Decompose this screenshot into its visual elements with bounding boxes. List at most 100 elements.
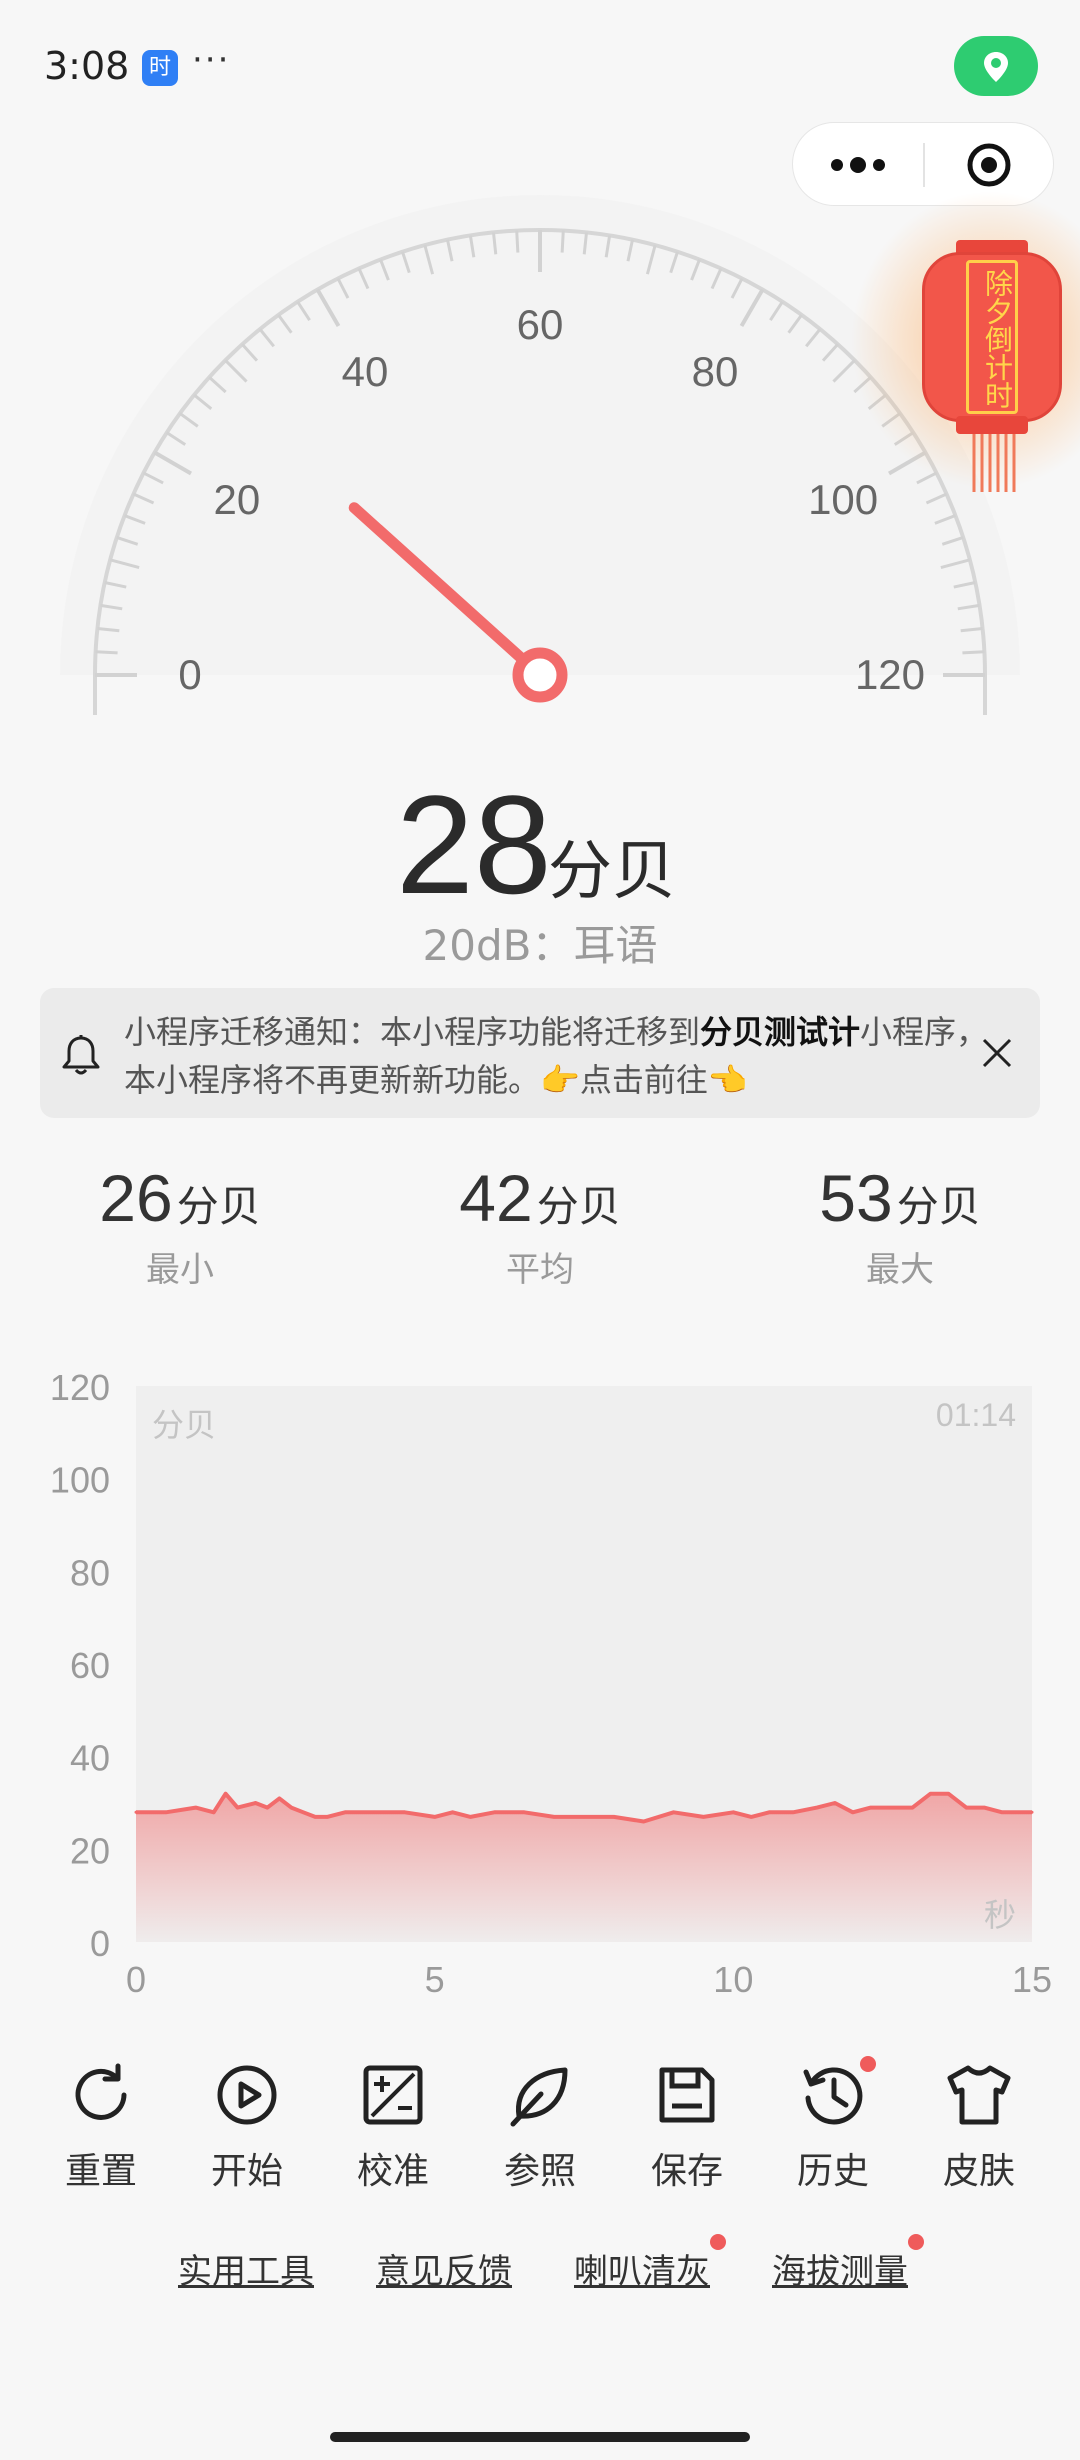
- chart-data-point: [833, 1801, 837, 1805]
- link-speaker-cleaning[interactable]: 喇叭清灰: [574, 2244, 710, 2293]
- location-pin-icon: [984, 52, 1008, 82]
- chart-data-point: [212, 1810, 216, 1814]
- gauge-tick-label: 60: [517, 301, 564, 348]
- lantern-label: 除夕倒计时: [966, 260, 1018, 414]
- chart-data-point: [928, 1792, 932, 1796]
- noise-level-description: 20dB：耳语: [422, 921, 658, 970]
- chart-data-point: [277, 1796, 281, 1800]
- chart-x-unit-label: 秒: [984, 1896, 1016, 1934]
- chart-data-point: [373, 1810, 377, 1814]
- bell-icon: [62, 1035, 100, 1075]
- stat-min: 26分贝 最小: [30, 1160, 330, 1291]
- x-tick-label: 15: [1012, 1959, 1052, 2000]
- notice-highlight: 分贝测试计: [700, 1013, 861, 1051]
- refresh-icon: [75, 2063, 127, 2120]
- chart-data-point: [964, 1806, 968, 1810]
- chart-data-point: [469, 1815, 473, 1819]
- chart-data-point: [869, 1806, 873, 1810]
- gauge-tick-label: 120: [855, 651, 925, 698]
- x-tick-label: 10: [713, 1959, 753, 2000]
- current-decibel-unit: 分贝: [548, 835, 676, 909]
- new-year-countdown-lantern[interactable]: 除夕倒计时: [850, 190, 1080, 530]
- reset-button[interactable]: 重置: [28, 2060, 174, 2194]
- gauge-tick: [962, 650, 985, 655]
- stat-max-value: 53: [819, 1161, 893, 1235]
- save-label: 保存: [650, 2151, 723, 2192]
- calibrate-label: 校准: [356, 2151, 429, 2192]
- stat-average-label: 平均: [506, 1250, 574, 1290]
- x-tick-label: 5: [425, 1959, 445, 2000]
- link-altitude-measure[interactable]: 海拔测量: [772, 2244, 908, 2293]
- chart-data-point: [164, 1810, 168, 1814]
- close-icon[interactable]: [972, 1028, 1022, 1078]
- chart-data-point: [911, 1806, 915, 1810]
- gauge-tick-label: 80: [692, 348, 739, 395]
- chart-data-point: [552, 1815, 556, 1819]
- stat-average-unit: 分贝: [536, 1182, 621, 1231]
- notice-prefix: 小程序迁移通知：本小程序功能将迁移到: [124, 1013, 701, 1051]
- calibrate-button[interactable]: 校准: [320, 2060, 466, 2194]
- gauge-needle-hub: [512, 647, 568, 703]
- migration-notice-banner[interactable]: 小程序迁移通知：本小程序功能将迁移到分贝测试计小程序，本小程序将不再更新新功能。…: [40, 988, 1040, 1118]
- status-time: 3:08: [44, 44, 130, 88]
- chart-data-point: [582, 1815, 586, 1819]
- gauge-tick-label: 20: [214, 476, 261, 523]
- chart-data-point: [313, 1815, 317, 1819]
- history-label: 历史: [796, 2151, 869, 2192]
- chart-data-point: [672, 1810, 676, 1814]
- y-tick-label: 100: [50, 1460, 110, 1501]
- gauge-tick-label: 0: [178, 651, 201, 698]
- start-button[interactable]: 开始: [174, 2060, 320, 2194]
- location-indicator: [954, 36, 1038, 96]
- altitude-measure-badge-dot: [908, 2234, 924, 2250]
- chart-data-point: [982, 1806, 986, 1810]
- y-tick-label: 0: [90, 1923, 110, 1964]
- gauge-tick: [95, 650, 118, 655]
- lantern-cap: [956, 416, 1028, 434]
- chart-data-point: [815, 1806, 819, 1810]
- history-badge-dot: [860, 2056, 876, 2072]
- y-tick-label: 80: [70, 1552, 110, 1593]
- chart-data-point: [642, 1820, 646, 1824]
- link-feedback[interactable]: 意见反馈: [376, 2244, 512, 2293]
- lantern-tassel: [972, 434, 1016, 492]
- chart-data-point: [343, 1810, 347, 1814]
- save-icon: [659, 2067, 715, 2123]
- chart-data-point: [731, 1810, 735, 1814]
- chart-data-point: [887, 1806, 891, 1810]
- chart-data-point: [749, 1815, 753, 1819]
- stat-average-value: 42: [459, 1161, 533, 1235]
- stat-average: 42分贝 平均: [390, 1160, 690, 1291]
- reset-label: 重置: [64, 2151, 137, 2192]
- chart-data-point: [301, 1810, 305, 1814]
- chart-data-point: [325, 1815, 329, 1819]
- skin-button[interactable]: 皮肤: [906, 2060, 1052, 2194]
- start-label: 开始: [210, 2151, 283, 2192]
- chart-data-point: [433, 1815, 437, 1819]
- chart-data-point: [224, 1792, 228, 1796]
- reference-label: 参照: [503, 2151, 576, 2192]
- chart-data-point: [522, 1810, 526, 1814]
- notice-text[interactable]: 小程序迁移通知：本小程序功能将迁移到分贝测试计小程序，本小程序将不再更新新功能。…: [124, 1008, 994, 1104]
- reference-button[interactable]: 参照: [467, 2060, 613, 2194]
- app-notification-icon: 时: [142, 50, 178, 86]
- chart-data-point: [451, 1810, 455, 1814]
- chart-data-point: [236, 1806, 240, 1810]
- history-button[interactable]: 历史: [760, 2056, 906, 2194]
- x-tick-label: 0: [126, 1959, 146, 2000]
- y-tick-label: 40: [70, 1738, 110, 1779]
- stat-min-value: 26: [99, 1161, 173, 1235]
- home-indicator[interactable]: [330, 2432, 750, 2442]
- y-tick-label: 20: [70, 1830, 110, 1871]
- save-button[interactable]: 保存: [614, 2060, 760, 2194]
- leaf-icon: [510, 2067, 568, 2127]
- stat-max-unit: 分贝: [896, 1182, 981, 1231]
- chart-data-point: [194, 1806, 198, 1810]
- chart-data-point: [946, 1792, 950, 1796]
- chart-data-point: [791, 1810, 795, 1814]
- chart-data-point: [767, 1810, 771, 1814]
- link-utility-tools[interactable]: 实用工具: [178, 2244, 314, 2293]
- stat-max: 53分贝 最大: [750, 1160, 1050, 1291]
- y-tick-label: 60: [70, 1645, 110, 1686]
- chart-data-point: [403, 1810, 407, 1814]
